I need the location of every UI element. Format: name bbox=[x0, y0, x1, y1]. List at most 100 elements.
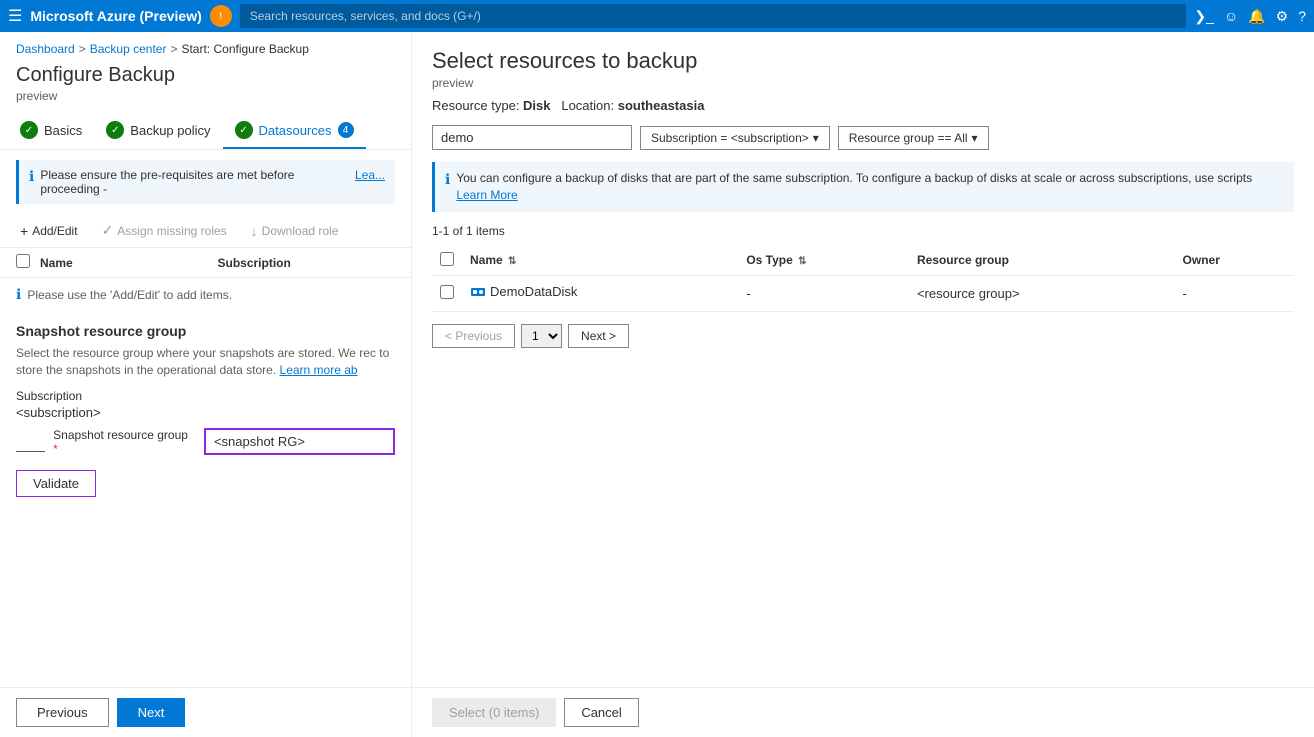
tab-basics-label: Basics bbox=[44, 123, 82, 138]
col-os-type-header: Os Type ⇅ bbox=[738, 246, 909, 276]
hamburger-menu-icon[interactable]: ☰ bbox=[8, 6, 22, 26]
snapshot-section-desc: Select the resource group where your sna… bbox=[16, 345, 395, 379]
tab-datasources[interactable]: ✓ Datasources 4 bbox=[223, 113, 366, 149]
next-button[interactable]: Next bbox=[117, 698, 186, 727]
top-navigation: ☰ Microsoft Azure (Preview) ! ❯_ ☺ 🔔 ⚙ ? bbox=[0, 0, 1314, 32]
backup-policy-check-icon: ✓ bbox=[106, 121, 124, 139]
right-panel: Select resources to backup preview Resou… bbox=[412, 32, 1314, 737]
prerequisites-link[interactable]: Lea... bbox=[355, 168, 385, 182]
topnav-actions: ❯_ ☺ 🔔 ⚙ ? bbox=[1194, 8, 1306, 25]
add-edit-button[interactable]: + Add/Edit bbox=[16, 221, 82, 241]
learn-more-link[interactable]: Learn More bbox=[456, 188, 517, 202]
tab-backup-policy[interactable]: ✓ Backup policy bbox=[94, 113, 222, 149]
prerequisites-text: Please ensure the pre-requisites are met… bbox=[40, 168, 349, 196]
subscription-filter-chip[interactable]: Subscription = <subscription> ▾ bbox=[640, 126, 830, 150]
snapshot-rg-input[interactable] bbox=[204, 428, 395, 455]
snapshot-rg-label: Snapshot resource group * bbox=[53, 428, 192, 456]
subscription-row: Subscription <subscription> bbox=[16, 389, 395, 420]
select-all-checkbox[interactable] bbox=[16, 254, 30, 268]
row-os-type-cell: - bbox=[738, 275, 909, 311]
resource-group-filter-chip[interactable]: Resource group == All ▾ bbox=[838, 126, 989, 150]
snapshot-section: Snapshot resource group Select the resou… bbox=[0, 311, 411, 509]
snapshot-rg-row: Snapshot resource group * bbox=[16, 428, 395, 456]
download-roles-label: Download role bbox=[262, 224, 339, 238]
wizard-tabs: ✓ Basics ✓ Backup policy ✓ Datasources 4 bbox=[0, 113, 411, 150]
help-icon[interactable]: ? bbox=[1298, 8, 1306, 25]
datasources-table-header: Name Subscription bbox=[0, 248, 411, 278]
tab-backup-policy-label: Backup policy bbox=[130, 123, 210, 138]
chevron-down-icon-rg: ▾ bbox=[972, 131, 978, 145]
resource-search-input[interactable] bbox=[432, 125, 632, 150]
datasources-check-icon: ✓ bbox=[235, 121, 253, 139]
col-subscription-header: Subscription bbox=[218, 256, 396, 270]
tab-datasources-label: Datasources bbox=[259, 123, 332, 138]
subscription-filter-label: Subscription = <subscription> bbox=[651, 131, 809, 145]
prerequisites-info-bar: ℹ Please ensure the pre-requisites are m… bbox=[16, 160, 395, 204]
snapshot-learn-more-link[interactable]: Learn more ab bbox=[280, 363, 358, 377]
left-panel: Dashboard > Backup center > Start: Confi… bbox=[0, 32, 412, 737]
page-title: Configure Backup bbox=[0, 60, 411, 89]
main-container: Dashboard > Backup center > Start: Confi… bbox=[0, 32, 1314, 737]
right-panel-content: Select resources to backup preview Resou… bbox=[412, 32, 1314, 687]
info-banner-text: You can configure a backup of disks that… bbox=[456, 171, 1252, 185]
validate-button[interactable]: Validate bbox=[16, 470, 96, 497]
previous-button[interactable]: Previous bbox=[16, 698, 109, 727]
info-banner: ℹ You can configure a backup of disks th… bbox=[432, 162, 1294, 212]
name-sort-icon[interactable]: ⇅ bbox=[508, 256, 516, 267]
row-select-checkbox[interactable] bbox=[440, 285, 454, 299]
pagination-previous-button[interactable]: < Previous bbox=[432, 324, 515, 348]
right-panel-bottom: Select (0 items) Cancel bbox=[412, 687, 1314, 737]
empty-message-text: Please use the 'Add/Edit' to add items. bbox=[27, 288, 232, 302]
basics-check-icon: ✓ bbox=[20, 121, 38, 139]
col-name-header: Name bbox=[40, 256, 218, 270]
assign-icon: ✓ bbox=[102, 222, 114, 239]
app-title: Microsoft Azure (Preview) bbox=[30, 8, 201, 24]
settings-icon[interactable]: ⚙ bbox=[1276, 8, 1289, 25]
cancel-button[interactable]: Cancel bbox=[564, 698, 638, 727]
breadcrumb: Dashboard > Backup center > Start: Confi… bbox=[0, 32, 411, 60]
add-edit-label: Add/Edit bbox=[32, 224, 77, 238]
datasources-toolbar: + Add/Edit ✓ Assign missing roles ↓ Down… bbox=[0, 214, 411, 248]
table-row: DemoDataDisk - <resource group> - bbox=[432, 275, 1294, 311]
bell-icon[interactable]: 🔔 bbox=[1248, 8, 1265, 25]
filter-bar: Subscription = <subscription> ▾ Resource… bbox=[432, 125, 1294, 150]
row-checkbox-cell bbox=[432, 275, 462, 311]
resource-type: Disk bbox=[523, 98, 550, 113]
breadcrumb-configure-backup: Start: Configure Backup bbox=[181, 42, 308, 56]
select-all-resources-checkbox[interactable] bbox=[440, 252, 454, 266]
datasources-badge: 4 bbox=[338, 122, 354, 138]
tab-basics[interactable]: ✓ Basics bbox=[8, 113, 94, 149]
feedback-icon[interactable]: ☺ bbox=[1224, 8, 1238, 25]
location: southeastasia bbox=[618, 98, 705, 113]
bottom-navigation: Previous Next bbox=[0, 687, 411, 737]
chevron-down-icon: ▾ bbox=[813, 131, 819, 145]
os-type-sort-icon[interactable]: ⇅ bbox=[798, 256, 806, 267]
global-search-input[interactable] bbox=[240, 4, 1187, 28]
breadcrumb-dashboard[interactable]: Dashboard bbox=[16, 42, 75, 56]
pagination-page-select[interactable]: 1 bbox=[521, 324, 562, 348]
resources-table: Name ⇅ Os Type ⇅ Resource group Owner bbox=[432, 246, 1294, 312]
info-icon: ℹ bbox=[29, 168, 34, 185]
items-count: 1-1 of 1 items bbox=[432, 224, 1294, 238]
terminal-icon[interactable]: ❯_ bbox=[1194, 8, 1214, 25]
pagination: < Previous 1 Next > bbox=[432, 324, 1294, 348]
table-empty-message: ℹ Please use the 'Add/Edit' to add items… bbox=[0, 278, 411, 311]
resource-group-filter-label: Resource group == All bbox=[849, 131, 968, 145]
col-owner-header: Owner bbox=[1175, 246, 1294, 276]
notification-icon-orange[interactable]: ! bbox=[210, 5, 232, 27]
assign-roles-label: Assign missing roles bbox=[117, 224, 226, 238]
breadcrumb-backup-center[interactable]: Backup center bbox=[90, 42, 167, 56]
resources-table-header: Name ⇅ Os Type ⇅ Resource group Owner bbox=[432, 246, 1294, 276]
info-small-icon: ℹ bbox=[16, 286, 21, 303]
row-name: DemoDataDisk bbox=[490, 284, 577, 299]
snapshot-section-title: Snapshot resource group bbox=[16, 323, 395, 339]
col-resource-group-header: Resource group bbox=[909, 246, 1175, 276]
add-icon: + bbox=[20, 223, 28, 239]
select-items-button[interactable]: Select (0 items) bbox=[432, 698, 556, 727]
assign-roles-button[interactable]: ✓ Assign missing roles bbox=[98, 220, 231, 241]
download-icon: ↓ bbox=[251, 223, 258, 239]
page-subtitle: preview bbox=[0, 89, 411, 113]
download-roles-button[interactable]: ↓ Download role bbox=[247, 221, 343, 241]
pagination-next-button[interactable]: Next > bbox=[568, 324, 629, 348]
right-panel-title: Select resources to backup bbox=[432, 48, 1294, 74]
